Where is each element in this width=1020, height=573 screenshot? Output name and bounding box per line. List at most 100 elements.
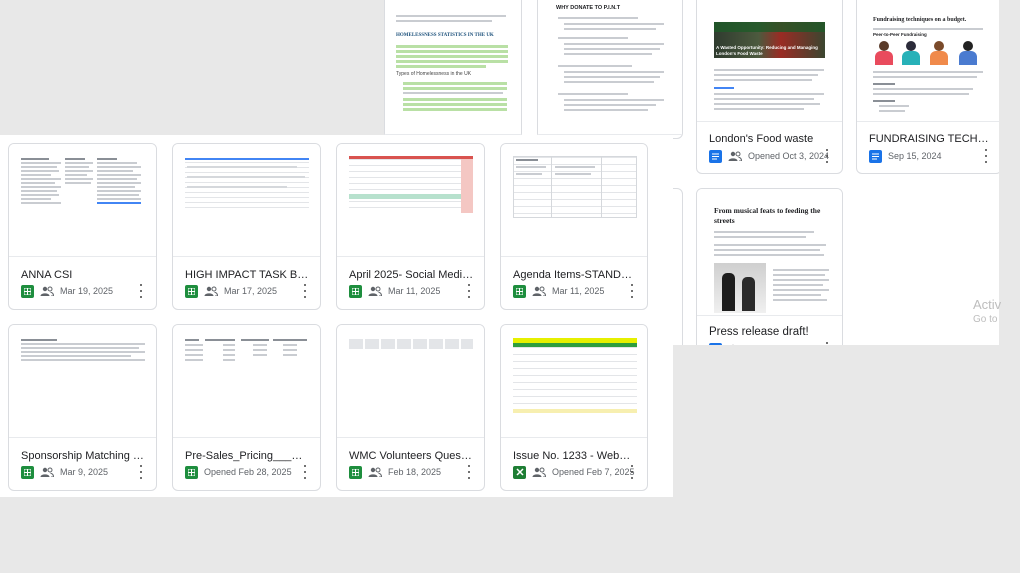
file-thumbnail — [173, 144, 320, 257]
file-card[interactable]: HOMELESSNESS STATISTICS IN THE UK Types … — [384, 0, 522, 139]
more-vert-icon[interactable] — [824, 342, 830, 345]
file-meta: Mar 11, 2025 — [513, 284, 639, 298]
more-vert-icon[interactable] — [629, 284, 635, 298]
thumb-heading: Fundraising techniques on a budget. — [873, 17, 967, 23]
file-card[interactable]: Fundraising techniques on a budget. Peer… — [856, 0, 999, 174]
sheets-icon — [185, 465, 198, 479]
file-title: ANNA CSI — [21, 269, 73, 281]
more-vert-icon[interactable] — [824, 149, 830, 163]
people-icon — [728, 151, 742, 161]
file-thumbnail — [337, 144, 484, 257]
file-card[interactable]: Sponsorship Matching Opportunities Mar 9… — [8, 324, 157, 491]
file-meta: Opened Oct 3, 2024 — [709, 149, 834, 163]
file-meta: Opened Feb 28, 2025 — [185, 465, 312, 479]
sheets-icon — [513, 284, 526, 298]
excel-icon — [513, 465, 526, 479]
more-vert-icon[interactable] — [629, 465, 635, 479]
file-thumbnail: Fundraising techniques on a budget. Peer… — [857, 0, 999, 122]
file-date: Mar 11, 2025 — [388, 286, 441, 296]
windows-activation-watermark-sub: Go to — [973, 314, 998, 325]
windows-activation-watermark: Activ — [973, 297, 1002, 312]
file-date: Opened Feb 28, 2025 — [204, 467, 292, 477]
file-date: Mar 17, 2025 — [224, 286, 278, 296]
thumb-heading: WHY DONATE TO P.I.N.T — [556, 5, 621, 11]
file-card[interactable]: April 2025- Social Media Calendar Mar 11… — [336, 143, 485, 310]
thumb-subheading: Types of Homelessness in the UK — [396, 71, 472, 77]
sheets-icon — [185, 284, 198, 298]
thumb-subheading: Peer-to-Peer Fundraising — [873, 32, 927, 37]
file-date: Opened Oct 3, 2024 — [748, 151, 830, 161]
file-meta: Mar 17, 2025 — [185, 284, 312, 298]
more-vert-icon[interactable] — [466, 465, 472, 479]
file-thumbnail: A Wasted Opportunity: Reducing and Manag… — [697, 0, 842, 122]
docs-icon — [709, 342, 722, 345]
file-title: Agenda Items-STANDUP MEETING — [513, 269, 637, 281]
more-vert-icon[interactable] — [138, 465, 144, 479]
thumb-photo — [714, 263, 766, 313]
file-meta — [709, 342, 834, 345]
file-card[interactable]: ANNA CSI Mar 19, 2025 — [8, 143, 157, 310]
people-icon — [368, 286, 382, 296]
thumb-heading: HOMELESSNESS STATISTICS IN THE UK — [396, 33, 494, 38]
file-meta: Opened Feb 7, 2025 — [513, 465, 639, 479]
more-vert-icon[interactable] — [302, 465, 308, 479]
docs-icon — [869, 149, 882, 163]
more-vert-icon[interactable] — [138, 284, 144, 298]
file-meta: Mar 19, 2025 — [21, 284, 148, 298]
file-title: April 2025- Social Media Calendar — [349, 269, 474, 281]
file-thumbnail — [9, 144, 156, 257]
file-card[interactable]: Agenda Items-STANDUP MEETING Mar 11, 202… — [500, 143, 648, 310]
file-meta: Mar 11, 2025 — [349, 284, 476, 298]
file-date: Feb 18, 2025 — [388, 467, 442, 477]
sheets-icon — [21, 465, 34, 479]
file-title: Pre-Sales_Pricing___Revenue — [185, 450, 310, 462]
file-title: WMC Volunteers Questionnaire — [349, 450, 474, 462]
file-meta: Sep 15, 2024 — [869, 149, 993, 163]
file-card[interactable]: WMC Volunteers Questionnaire Feb 18, 202… — [336, 324, 485, 491]
people-icon — [532, 467, 546, 477]
file-title: HIGH IMPACT TASK BANK — [185, 269, 310, 281]
file-thumbnail: HOMELESSNESS STATISTICS IN THE UK Types … — [385, 0, 521, 135]
people-icon — [204, 286, 218, 296]
file-thumbnail — [9, 325, 156, 438]
file-card[interactable]: From musical feats to feeding the street… — [696, 188, 843, 345]
more-vert-icon[interactable] — [302, 284, 308, 298]
sheets-icon — [349, 465, 362, 479]
file-meta: Mar 9, 2025 — [21, 465, 148, 479]
people-icon — [368, 467, 382, 477]
file-date: Sep 15, 2024 — [888, 151, 942, 161]
thumb-heading: A Wasted Opportunity: Reducing and Manag… — [716, 45, 818, 56]
file-title: Press release draft! — [709, 326, 809, 338]
file-thumbnail: WHY DONATE TO P.I.N.T — [538, 0, 682, 135]
docs-icon — [709, 149, 722, 163]
people-icon — [732, 344, 734, 345]
file-date: Mar 11, 2025 — [552, 286, 605, 296]
recent-sheets-window: ANNA CSI Mar 19, 2025 HIGH IMPACT TASK B… — [0, 135, 673, 497]
file-date: Mar 9, 2025 — [60, 467, 109, 477]
file-card[interactable]: Issue No. 1233 - WebScraping Opened Feb … — [500, 324, 648, 491]
file-card[interactable]: HIGH IMPACT TASK BANK Mar 17, 2025 — [172, 143, 321, 310]
file-title: FUNDRAISING TECHNIQUES ON A BUDGET — [869, 133, 991, 145]
thumb-heading: From musical feats to feeding the street… — [714, 206, 821, 225]
file-meta: Feb 18, 2025 — [349, 465, 476, 479]
file-card[interactable]: WHY DONATE TO P.I.N.T — [537, 0, 683, 139]
sheets-icon — [349, 284, 362, 298]
people-icon — [532, 286, 546, 296]
thumb-illustration — [875, 41, 983, 65]
file-title: London's Food waste — [709, 133, 814, 145]
people-icon — [40, 467, 54, 477]
file-thumbnail — [173, 325, 320, 438]
desktop: HOMELESSNESS STATISTICS IN THE UK Types … — [0, 0, 1020, 573]
file-card[interactable]: Pre-Sales_Pricing___Revenue Opened Feb 2… — [172, 324, 321, 491]
file-thumbnail — [501, 144, 647, 257]
more-vert-icon[interactable] — [466, 284, 472, 298]
file-title: Issue No. 1233 - WebScraping — [513, 450, 637, 462]
people-icon — [40, 286, 54, 296]
file-date: Opened Feb 7, 2025 — [552, 467, 635, 477]
file-date: Mar 19, 2025 — [60, 286, 114, 296]
file-title: Sponsorship Matching Opportunities — [21, 450, 146, 462]
file-card[interactable]: A Wasted Opportunity: Reducing and Manag… — [696, 0, 843, 174]
file-thumbnail: From musical feats to feeding the street… — [697, 189, 842, 316]
more-vert-icon[interactable] — [983, 149, 989, 163]
sheets-icon — [21, 284, 34, 298]
